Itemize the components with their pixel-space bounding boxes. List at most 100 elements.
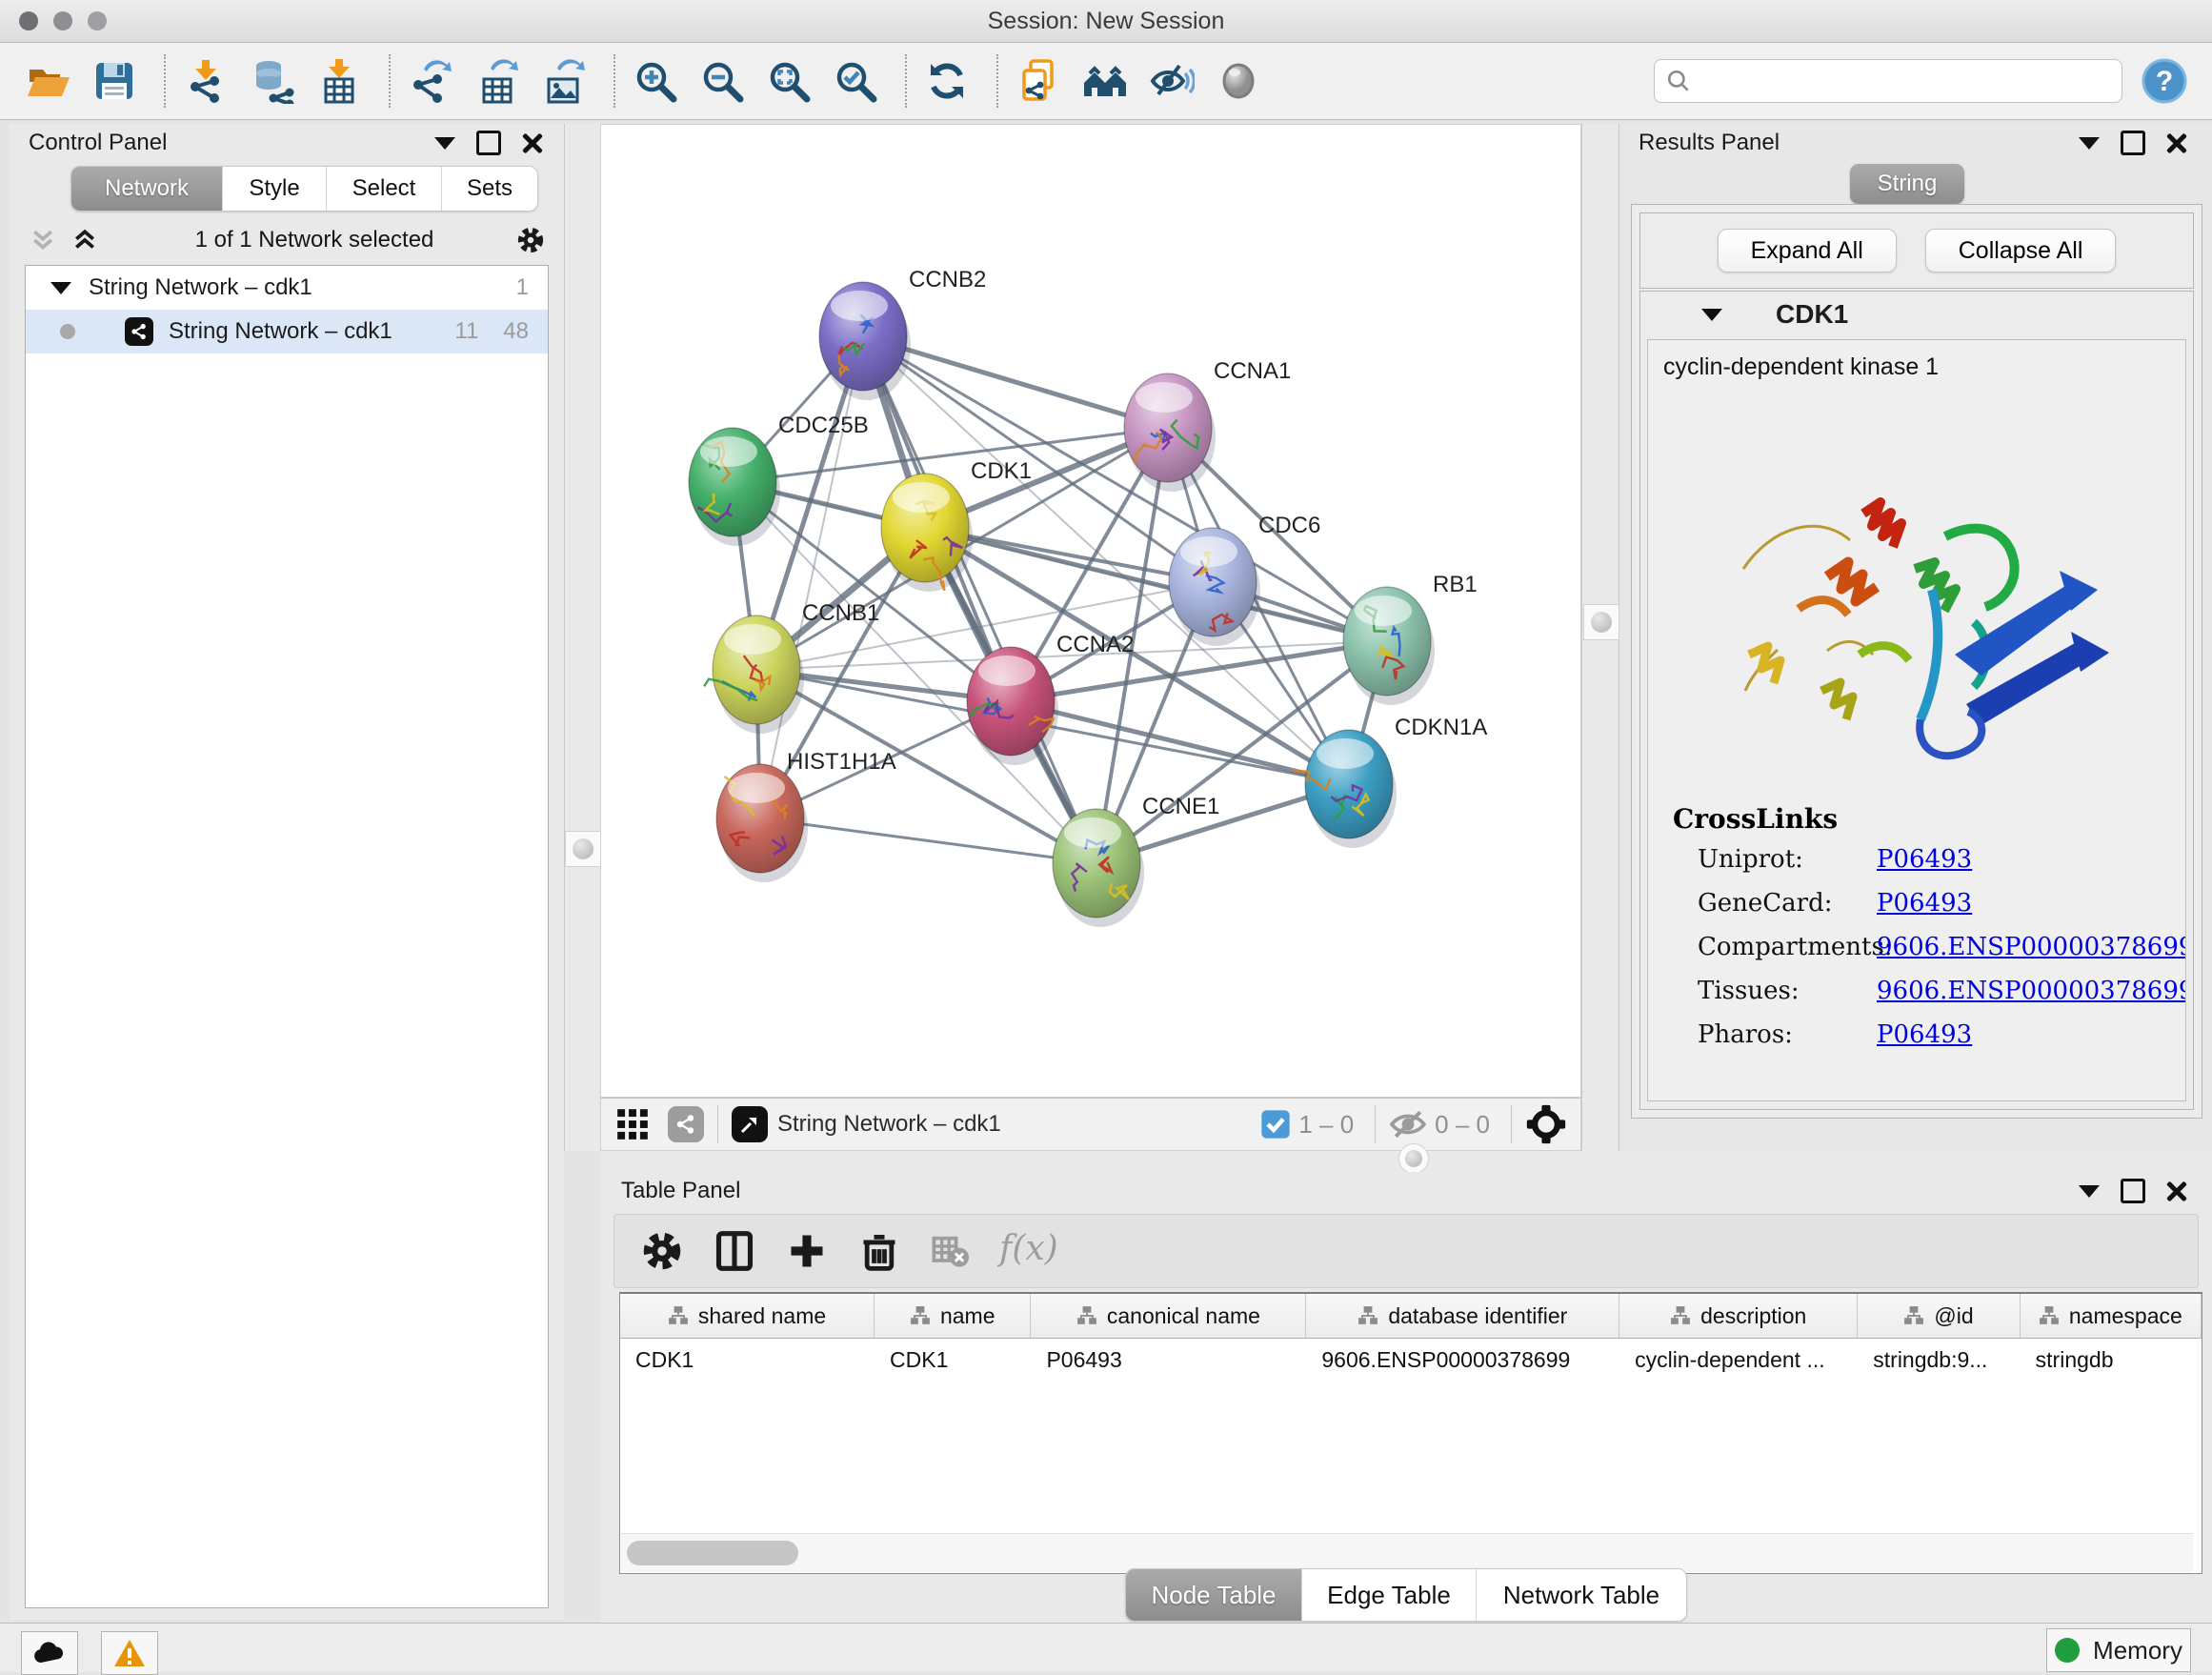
node-details-header[interactable]: CDK1 [1640,292,2193,337]
panel-menu-icon[interactable] [2079,137,2100,150]
left-splitter[interactable] [564,124,602,1151]
network-options-gear-icon[interactable] [516,226,545,254]
zoom-out-icon[interactable] [699,58,745,104]
tree-expander-icon[interactable] [50,282,71,294]
memory-button[interactable]: Memory [2046,1628,2191,1672]
section-expander-icon[interactable] [1701,309,1722,321]
search-box[interactable] [1654,59,2122,103]
tab-sets[interactable]: Sets [442,167,537,211]
crosslink-value-link[interactable]: P06493 [1877,889,1972,918]
import-network-from-file-icon[interactable] [183,58,229,104]
crosslink-value-link[interactable]: 9606.ENSP00000378699 [1877,933,2186,961]
refresh-network-icon[interactable] [924,58,970,104]
network-node-CCNA1[interactable]: CCNA1 [1124,358,1291,492]
tab-network-table[interactable]: Network Table [1477,1569,1686,1621]
column-header-@id[interactable]: @id [1858,1294,2020,1338]
export-image-icon[interactable] [541,58,587,104]
table-options-gear-icon[interactable] [641,1230,683,1272]
collapse-all-button[interactable]: Collapse All [1925,229,2117,272]
expand-all-networks-icon[interactable] [29,226,57,254]
network-node-RB1[interactable]: RB1 [1343,572,1478,705]
column-header-description[interactable]: description [1619,1294,1858,1338]
network-row-selected[interactable]: String Network – cdk1 11 48 [26,310,548,353]
network-node-CCNA2[interactable]: CCNA2 [967,632,1134,765]
save-session-icon[interactable] [91,58,137,104]
crosslink-value-link[interactable]: P06493 [1877,845,1972,874]
column-header-shared-name[interactable]: shared name [620,1294,875,1338]
table-cell[interactable]: stringdb [2021,1339,2202,1381]
panel-close-icon[interactable] [522,132,543,153]
tab-network[interactable]: Network [71,167,223,211]
create-column-plus-icon[interactable] [786,1230,828,1272]
network-edge[interactable] [863,336,1096,863]
right-splitter-handle[interactable] [1583,604,1619,640]
tab-string[interactable]: String [1850,164,1964,204]
column-header-database-identifier[interactable]: database identifier [1306,1294,1619,1338]
panel-close-icon[interactable] [2166,1181,2187,1201]
network-graph[interactable]: CCNB2CCNA1CDC25BCDK1CDC6RB1CCNB1CCNA2CDK… [601,125,1580,1097]
birds-eye-view-icon[interactable] [614,1106,651,1142]
zoom-in-icon[interactable] [633,58,678,104]
node-table[interactable]: shared namenamecanonical namedatabase id… [619,1292,2202,1574]
table-cell[interactable]: stringdb:9... [1858,1339,2020,1381]
network-node-CDC6[interactable]: CDC6 [1169,513,1320,646]
scrollbar-thumb[interactable] [627,1541,798,1565]
table-cell[interactable]: P06493 [1031,1339,1306,1381]
string-home-icon[interactable] [1082,58,1128,104]
crosslink-value-link[interactable]: P06493 [1877,1020,1972,1049]
open-external-icon[interactable] [732,1106,768,1142]
export-table-icon[interactable] [474,58,520,104]
network-view-canvas[interactable]: CCNB2CCNA1CDC25BCDK1CDC6RB1CCNB1CCNA2CDK… [600,124,1581,1098]
clone-network-icon[interactable] [1016,58,1061,104]
network-edge[interactable] [756,582,1213,670]
table-cell[interactable]: 9606.ENSP00000378699 [1306,1339,1619,1381]
import-table-from-file-icon[interactable] [316,58,362,104]
center-view-target-icon[interactable] [1525,1103,1567,1145]
horizontal-scrollbar[interactable] [621,1533,2193,1572]
network-node-CDC25B[interactable]: CDC25B [689,413,869,546]
delete-column-trash-icon[interactable] [858,1230,900,1272]
panel-float-icon[interactable] [476,131,501,155]
left-splitter-handle[interactable] [565,831,601,867]
network-node-CCNB1[interactable]: CCNB1 [704,600,879,734]
zoom-selected-icon[interactable] [833,58,878,104]
column-header-name[interactable]: name [875,1294,1031,1338]
collapse-all-networks-icon[interactable] [70,226,99,254]
network-node-CDK1[interactable]: CDK1 [881,458,1032,592]
network-node-CCNE1[interactable]: CCNE1 [1053,794,1219,927]
network-node-CCNB2[interactable]: CCNB2 [819,267,986,400]
search-input[interactable] [1700,67,2110,95]
panel-float-icon[interactable] [2121,1179,2145,1203]
network-edge[interactable] [760,336,863,818]
table-cell[interactable]: cyclin-dependent ... [1619,1339,1858,1381]
panel-close-icon[interactable] [2166,132,2187,153]
expand-all-button[interactable]: Expand All [1718,229,1897,272]
hide-graphics-details-icon[interactable] [1149,58,1195,104]
show-columns-icon[interactable] [714,1230,755,1272]
panel-menu-icon[interactable] [2079,1185,2100,1198]
horizontal-splitter[interactable] [600,1151,2212,1172]
network-edge[interactable] [760,818,1096,863]
tab-select[interactable]: Select [327,167,442,211]
column-header-namespace[interactable]: namespace [2021,1294,2202,1338]
horizontal-splitter-handle[interactable] [1398,1143,1429,1174]
table-row[interactable]: CDK1CDK1P064939606.ENSP00000378699cyclin… [620,1339,2202,1381]
panel-menu-icon[interactable] [434,137,455,150]
panel-float-icon[interactable] [2121,131,2145,155]
zoom-fit-content-icon[interactable] [766,58,812,104]
import-network-from-database-icon[interactable] [250,58,295,104]
tab-node-table[interactable]: Node Table [1126,1569,1302,1621]
warnings-button[interactable] [101,1631,158,1675]
open-session-icon[interactable] [25,58,70,104]
show-inactive-icon[interactable] [1216,58,1261,104]
help-icon[interactable]: ? [2142,58,2187,104]
network-collection-row[interactable]: String Network – cdk1 1 [26,266,548,310]
crosslink-value-link[interactable]: 9606.ENSP00000378699 [1877,977,2186,1005]
export-network-icon[interactable] [408,58,453,104]
right-splitter[interactable] [1581,124,1619,1151]
selected-checkbox-icon[interactable] [1260,1109,1291,1140]
tab-edge-table[interactable]: Edge Table [1302,1569,1477,1621]
network-node-HIST1H1A[interactable]: HIST1H1A [716,749,896,882]
column-header-canonical-name[interactable]: canonical name [1031,1294,1306,1338]
cloud-button[interactable] [21,1631,78,1675]
